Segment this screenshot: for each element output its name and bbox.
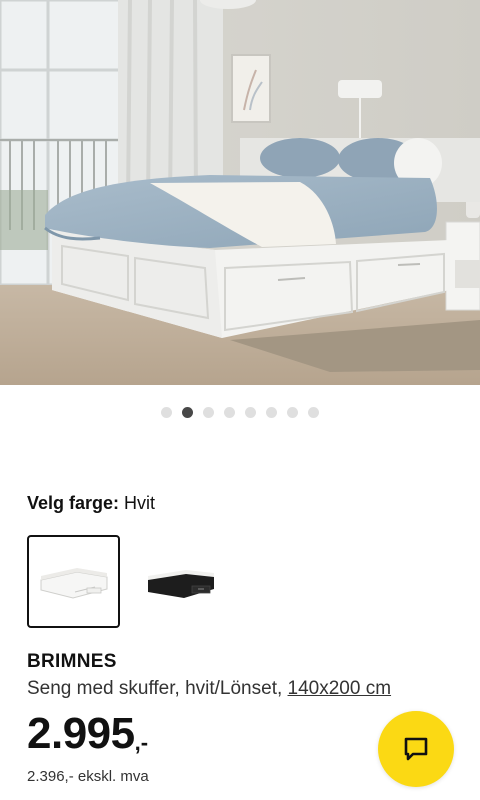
price-suffix: ,- (134, 730, 149, 755)
carousel-dot[interactable] (308, 407, 319, 418)
size-link[interactable]: 140x200 cm (288, 678, 392, 699)
selected-color-value: Hvit (124, 493, 156, 513)
carousel-dot[interactable] (224, 407, 235, 418)
product-price: 2.995 ,- (27, 708, 148, 760)
white-bed-thumbnail (40, 567, 107, 599)
carousel-dot-active[interactable] (182, 407, 193, 418)
price-ex-vat: 2.396,- ekskl. mva (27, 768, 149, 785)
price-main: 2.995 (27, 709, 135, 758)
color-swatches (27, 535, 227, 628)
carousel-dot[interactable] (266, 407, 277, 418)
swatch-black-variant[interactable] (134, 535, 227, 628)
product-name: BRIMNES (27, 651, 117, 672)
swatch-white-variant[interactable] (27, 535, 120, 628)
carousel-pagination (0, 407, 480, 418)
chat-bubble-icon (404, 737, 428, 761)
carousel-dot[interactable] (203, 407, 214, 418)
carousel-dot[interactable] (161, 407, 172, 418)
color-selector-label: Velg farge: Hvit (27, 493, 155, 514)
color-label: Velg farge: (27, 493, 120, 513)
carousel-dot[interactable] (245, 407, 256, 418)
chat-button[interactable] (378, 711, 454, 787)
product-description: Seng med skuffer, hvit/Lönset, 140x200 c… (27, 678, 391, 700)
carousel-dot[interactable] (287, 407, 298, 418)
black-bed-thumbnail (147, 569, 214, 598)
product-description-text: Seng med skuffer, hvit/Lönset, (27, 678, 288, 699)
product-image[interactable] (0, 0, 480, 385)
